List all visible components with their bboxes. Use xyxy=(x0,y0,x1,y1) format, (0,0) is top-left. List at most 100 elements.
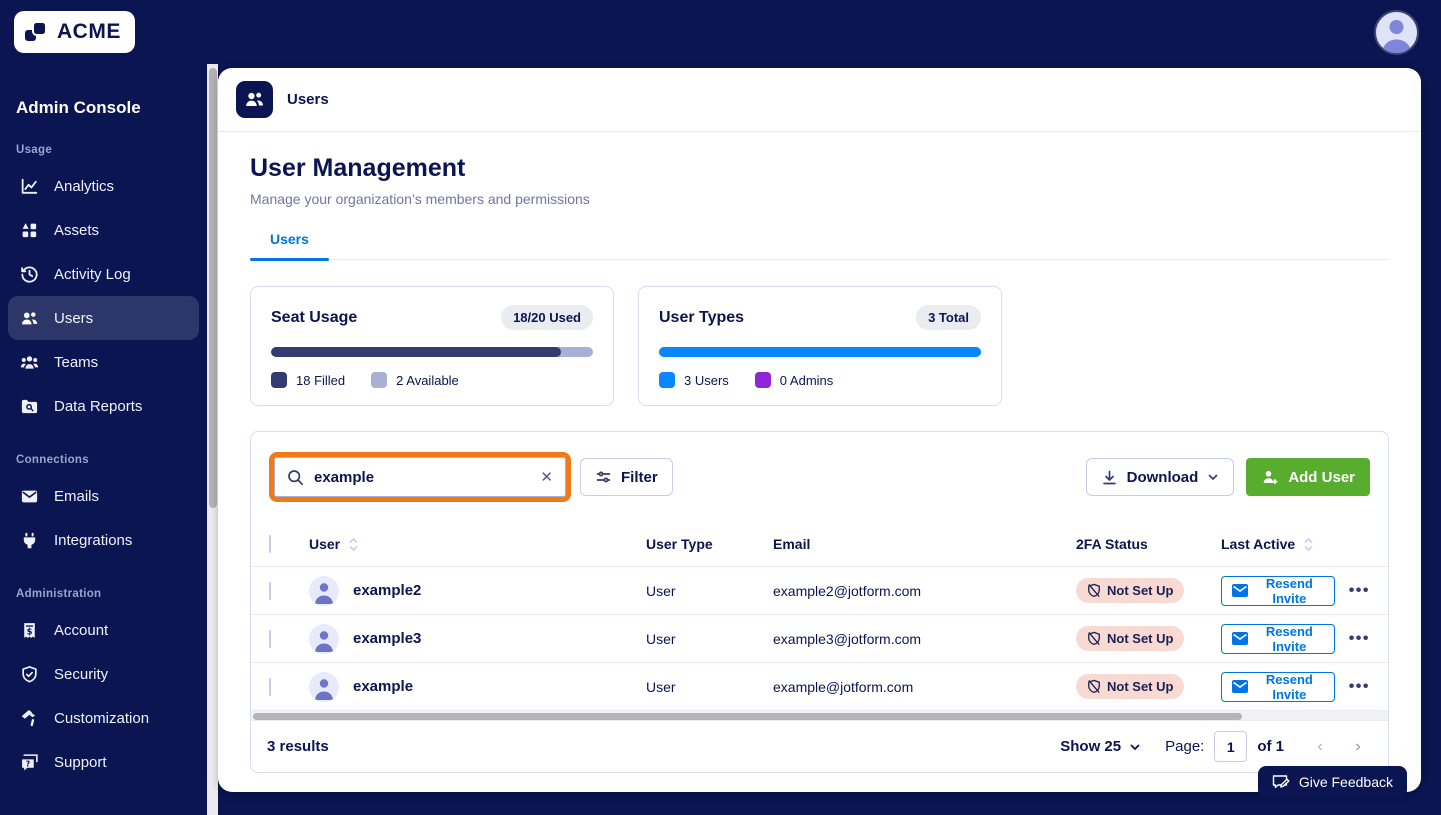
download-icon xyxy=(1101,469,1118,486)
mail-icon xyxy=(1232,632,1248,645)
add-user-button[interactable]: Add User xyxy=(1246,458,1370,496)
resend-invite-button[interactable]: Resend Invite xyxy=(1221,623,1335,654)
sidebar-item-account[interactable]: $ Account xyxy=(8,608,199,652)
sidebar-item-support[interactable]: ? Support xyxy=(8,740,199,784)
analytics-icon xyxy=(20,177,39,196)
sidebar-item-label: Users xyxy=(54,309,94,327)
clear-search-icon[interactable]: ✕ xyxy=(540,470,553,485)
table-horizontal-scrollbar[interactable] xyxy=(251,710,1388,720)
svg-text:?: ? xyxy=(26,759,31,768)
sidebar-item-label: Data Reports xyxy=(54,397,143,415)
plug-icon xyxy=(20,531,39,550)
users-icon xyxy=(20,309,39,328)
support-chat-icon: ? xyxy=(20,753,39,772)
previous-page-icon[interactable]: ‹ xyxy=(1306,738,1334,756)
sidebar-section-administration: Administration xyxy=(16,588,102,600)
account-avatar[interactable] xyxy=(1374,9,1419,55)
admin-console-app: ACME Admin Console Usage Analytics Asset… xyxy=(0,0,1441,815)
download-button[interactable]: Download xyxy=(1085,458,1235,496)
user-types-badge: 3 Total xyxy=(916,305,981,330)
sort-icon[interactable] xyxy=(347,537,360,552)
search-input[interactable] xyxy=(314,468,531,486)
user-name[interactable]: example2 xyxy=(353,582,421,599)
page-number-input[interactable] xyxy=(1214,731,1248,762)
sidebar-item-users[interactable]: Users xyxy=(8,296,199,340)
tfa-status-badge: Not Set Up xyxy=(1076,674,1185,699)
svg-text:$: $ xyxy=(27,626,33,636)
users-header-icon xyxy=(236,81,273,118)
row-checkbox[interactable] xyxy=(269,677,271,696)
row-menu-icon[interactable]: ••• xyxy=(1349,582,1370,600)
tfa-status-badge: Not Set Up xyxy=(1076,578,1185,603)
data-reports-icon xyxy=(20,397,39,416)
user-type: User xyxy=(646,582,676,599)
row-menu-icon[interactable]: ••• xyxy=(1349,630,1370,648)
page-subtitle: Manage your organization’s members and p… xyxy=(250,191,590,207)
sidebar-item-data-reports[interactable]: Data Reports xyxy=(8,384,199,428)
table-row: example User example@jotform.com Not Set… xyxy=(251,662,1388,710)
sidebar-item-label: Support xyxy=(54,753,107,771)
sidebar-scrollbar[interactable] xyxy=(207,64,218,815)
show-per-page-select[interactable]: Show 25 xyxy=(1060,738,1141,755)
sidebar-item-assets[interactable]: Assets xyxy=(8,208,199,252)
sidebar-item-label: Security xyxy=(54,665,109,683)
shield-check-icon xyxy=(20,665,39,684)
legend-filled: 18 Filled xyxy=(271,372,345,388)
resend-invite-button[interactable]: Resend Invite xyxy=(1221,671,1335,702)
user-name[interactable]: example3 xyxy=(353,630,421,647)
chevron-down-icon xyxy=(1129,741,1141,753)
admins-swatch xyxy=(754,372,771,388)
top-bar: ACME xyxy=(0,0,1441,64)
user-name[interactable]: example xyxy=(353,678,413,695)
sort-icon[interactable] xyxy=(1302,537,1315,552)
invoice-icon: $ xyxy=(20,621,39,640)
user-email: example@jotform.com xyxy=(773,678,914,695)
chevron-down-icon xyxy=(1207,471,1219,483)
acme-logo[interactable]: ACME xyxy=(14,11,135,53)
feedback-icon xyxy=(1272,774,1290,790)
sidebar-item-integrations[interactable]: Integrations xyxy=(8,518,199,562)
paint-roller-icon xyxy=(20,709,39,728)
seat-usage-bar xyxy=(271,347,593,357)
sidebar-item-label: Analytics xyxy=(54,177,115,195)
sidebar-scrollbar-thumb[interactable] xyxy=(208,68,217,508)
select-all-checkbox[interactable] xyxy=(269,535,271,553)
legend-admins: 0 Admins xyxy=(754,372,833,388)
table-row: example3 User example3@jotform.com Not S… xyxy=(251,614,1388,662)
search-highlight-annotation: ✕ xyxy=(269,452,571,502)
resend-invite-button[interactable]: Resend Invite xyxy=(1221,575,1335,606)
table-footer: 3 results Show 25 Page: o xyxy=(251,720,1388,772)
sidebar-item-activity-log[interactable]: Activity Log xyxy=(8,252,199,296)
seat-usage-bar-fill xyxy=(271,347,561,357)
sidebar-item-label: Assets xyxy=(54,221,100,239)
seat-usage-card: Seat Usage 18/20 Used 18 Filled 2 Availa… xyxy=(250,286,614,406)
row-checkbox[interactable] xyxy=(269,581,271,600)
row-checkbox[interactable] xyxy=(269,629,271,648)
stat-cards: Seat Usage 18/20 Used 18 Filled 2 Availa… xyxy=(250,286,1389,406)
filter-button[interactable]: Filter xyxy=(580,458,673,496)
user-types-bar-fill xyxy=(659,347,981,357)
sidebar-item-security[interactable]: Security xyxy=(8,652,199,696)
breadcrumb: Users xyxy=(287,91,329,108)
add-user-icon xyxy=(1261,468,1279,486)
sidebar-item-teams[interactable]: Teams xyxy=(8,340,199,384)
sidebar-section-usage: Usage xyxy=(16,144,53,156)
filter-icon xyxy=(595,469,612,486)
sidebar-item-emails[interactable]: Emails xyxy=(8,474,199,518)
mail-icon xyxy=(1232,680,1248,693)
user-types-bar xyxy=(659,347,981,357)
sidebar-item-analytics[interactable]: Analytics xyxy=(8,164,199,208)
give-feedback-button[interactable]: Give Feedback xyxy=(1257,766,1407,798)
search-icon xyxy=(287,469,304,486)
next-page-icon[interactable]: › xyxy=(1344,738,1372,756)
row-menu-icon[interactable]: ••• xyxy=(1349,678,1370,696)
results-count: 3 results xyxy=(267,738,329,755)
seat-usage-badge: 18/20 Used xyxy=(501,305,593,330)
search-box[interactable]: ✕ xyxy=(274,457,566,497)
sidebar-item-label: Integrations xyxy=(54,531,133,549)
sidebar-title: Admin Console xyxy=(16,98,141,117)
tab-users[interactable]: Users xyxy=(250,231,329,261)
sidebar-item-customization[interactable]: Customization xyxy=(8,696,199,740)
sidebar-item-label: Teams xyxy=(54,353,99,371)
table-scrollbar-thumb[interactable] xyxy=(253,712,1243,720)
